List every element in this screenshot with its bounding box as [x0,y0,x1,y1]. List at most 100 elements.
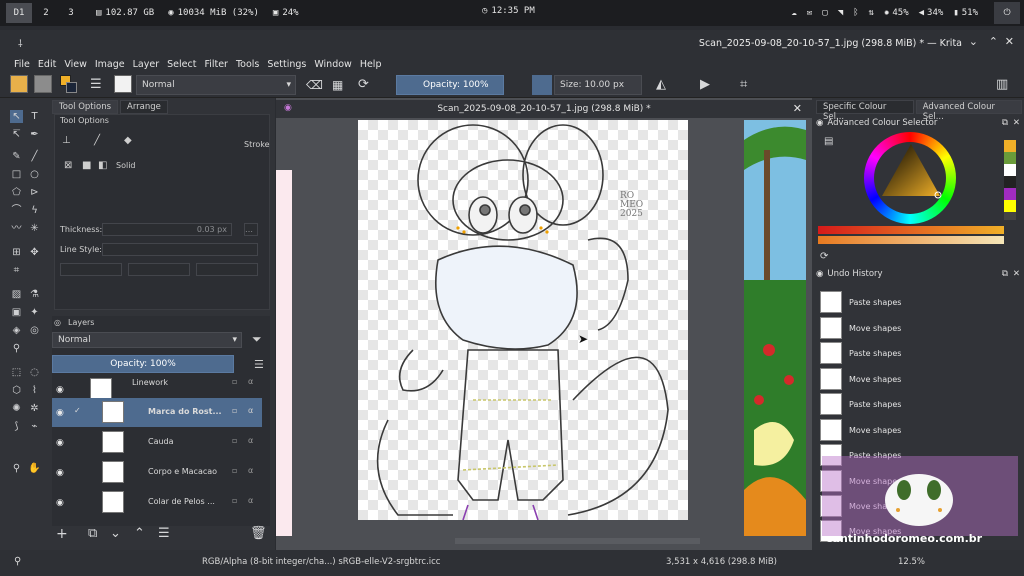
delete-layer-icon[interactable]: 🗑 [250,526,267,541]
workspace-1[interactable]: D1 [6,3,32,23]
bluetooth-icon[interactable]: ᛒ [853,8,858,18]
undo-item[interactable]: Paste shapes [820,290,1000,314]
menu-help[interactable]: Help [360,59,382,70]
lock-icon[interactable]: ▫ [232,377,237,386]
menu-select[interactable]: Select [167,59,196,70]
gradient-fill-icon[interactable]: ◧ [98,160,107,171]
layer-blend-mode-select[interactable]: Normal ▾ [52,332,242,348]
collapse-icon[interactable]: ⌄ [969,35,978,48]
layer-menu-icon[interactable]: ☰ [254,358,264,371]
undo-item[interactable]: Move shapes [820,367,1000,391]
solid-fill-icon[interactable]: ■ [82,160,91,171]
menu-settings[interactable]: Settings [267,59,306,70]
menu-filter[interactable]: Filter [204,59,228,70]
edit-shapes-tool[interactable]: ↸ [10,128,23,141]
color-picker-tool[interactable]: ⚗ [28,288,41,301]
layer-row[interactable]: ◉ Corpo e Macacao ▫ α [52,458,262,487]
colour-settings-icon[interactable]: ▤ [824,136,833,147]
menu-layer[interactable]: Layer [133,59,160,70]
pan-tool[interactable]: ✋ [28,462,41,475]
float-panel-icon[interactable]: ⧉ [1002,118,1008,128]
menu-tools[interactable]: Tools [236,59,259,70]
hue-slider[interactable] [818,226,1004,234]
bezier-select-tool[interactable]: ⟆ [10,420,23,433]
magnetic-select-tool[interactable]: ⌁ [28,420,41,433]
menu-window[interactable]: Window [314,59,351,70]
check-icon[interactable]: ✓ [74,406,81,415]
assistant-tool[interactable]: ⚲ [10,342,23,355]
horizontal-scrollbar[interactable] [455,538,700,544]
lock-icon[interactable]: ▫ [232,466,237,475]
bezier-tool[interactable]: ⌒ [10,204,23,217]
fill-bucket-icon[interactable]: ◆ [124,135,132,146]
cloud-icon[interactable]: ☁ [791,8,796,18]
eraser-icon[interactable]: ⌫ [306,75,323,95]
background-color[interactable] [66,82,77,93]
multibrush-tool[interactable]: ✳ [28,222,41,235]
eye-icon[interactable]: ◉ [56,468,64,478]
eye-icon[interactable]: ◉ [56,408,64,418]
add-layer-icon[interactable]: + [56,526,68,542]
dynamic-brush-tool[interactable]: 〰 [10,222,23,235]
layer-properties-icon[interactable]: ☰ [158,526,170,541]
workspace-3[interactable]: 3 [60,3,82,23]
alpha-icon[interactable]: α [248,466,253,475]
enclose-fill-tool[interactable]: ◎ [28,324,41,337]
colour-wheel[interactable] [864,132,956,224]
eye-icon[interactable]: ◉ [56,385,64,395]
similar-select-tool[interactable]: ✲ [28,402,41,415]
eye-icon[interactable]: ◉ [56,438,64,448]
alpha-icon[interactable]: α [248,406,253,415]
layer-row[interactable]: ◉ ✓ Marca do Rost... ▫ α [52,398,262,427]
alpha-icon[interactable]: α [248,496,253,505]
document-tab[interactable]: ◉ Scan_2025-09-08_20-10-57_1.jpg (298.8 … [276,100,812,118]
workspace-2[interactable]: 2 [35,3,57,23]
brush-preset-button[interactable] [114,75,132,93]
eye-icon[interactable]: ◉ [56,498,64,508]
ellipse-select-tool[interactable]: ◌ [28,366,41,379]
display-icon[interactable]: ▢ [822,8,827,18]
close-icon[interactable]: ✕ [1005,35,1014,48]
lock-icon[interactable]: ▫ [232,496,237,505]
saturation-slider[interactable] [818,236,1004,244]
crop-tool[interactable]: ⌗ [10,264,23,277]
clock[interactable]: ◷ 12:35 PM [482,6,535,16]
freehand-select-tool[interactable]: ⌇ [28,384,41,397]
text-tool[interactable]: T [28,110,41,123]
undo-item[interactable]: Move shapes [820,418,1000,442]
size-slider[interactable]: Size: 10.00 px [554,75,642,95]
battery-indicator[interactable]: ▮ 51% [953,8,978,18]
stroke-pen-icon[interactable]: ╱ [94,135,100,146]
menu-view[interactable]: View [64,59,87,70]
line-style-select[interactable] [102,243,258,256]
crop-icon[interactable]: ⌗ [740,75,747,95]
move-tool[interactable]: ✥ [28,246,41,259]
close-panel-icon[interactable]: ✕ [1013,269,1020,279]
menu-edit[interactable]: Edit [38,59,56,70]
colorize-mask-tool[interactable]: ▣ [10,306,23,319]
brightness-indicator[interactable]: ✹ 45% [884,8,909,18]
filter-icon[interactable]: ⏷ [252,332,262,347]
brush-tool[interactable]: ✎ [10,150,23,163]
blend-mode-select[interactable]: Normal ▾ [136,75,296,95]
select-shapes-tool[interactable]: ↖ [10,110,23,123]
tab-arrange[interactable]: Arrange [120,100,168,114]
layer-row[interactable]: ◉ Cauda ▫ α [52,428,262,457]
thickness-input[interactable]: 0.03 px [102,223,232,236]
zoom-level[interactable]: 12.5% [898,557,925,567]
join-style-select[interactable] [128,263,190,276]
network-icon[interactable]: ⇅ [869,8,874,18]
no-fill-icon[interactable]: ⊠ [64,160,72,171]
brush-settings-icon[interactable]: ☰ [90,75,102,95]
alpha-icon[interactable]: α [248,377,253,386]
lock-icon[interactable]: ▫ [232,406,237,415]
alpha-lock-icon[interactable]: ▦ [332,75,343,95]
polyline-tool[interactable]: ⊳ [28,186,41,199]
close-document-icon[interactable]: ✕ [793,102,802,115]
mirror-vertical-icon[interactable]: ▶ [700,75,710,95]
alpha-icon[interactable]: α [248,436,253,445]
line-tool[interactable]: ╱ [28,150,41,163]
power-button[interactable]: ⏻ [994,2,1020,24]
zoom-tool[interactable]: ⚲ [10,462,23,475]
tab-advanced-colour-selector[interactable]: Advanced Colour Sel... [915,100,1022,122]
